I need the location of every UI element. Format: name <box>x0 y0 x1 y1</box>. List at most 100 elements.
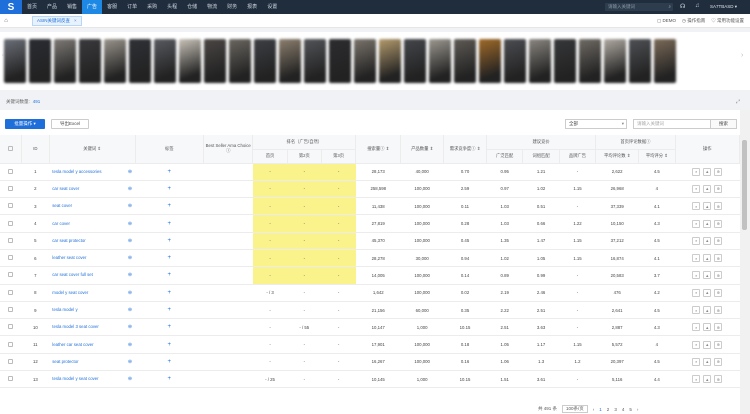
col-search-volume[interactable]: 搜索量ⓘ ⇕ <box>355 135 402 164</box>
view-icon[interactable]: ⌕ <box>692 288 701 297</box>
chart-icon[interactable]: ▲ <box>703 288 712 297</box>
row-checkbox[interactable] <box>0 370 22 389</box>
row-tag[interactable]: + <box>135 232 204 250</box>
settings-link[interactable]: ♡ 常用功能设置 <box>711 14 744 28</box>
add-icon[interactable]: ⊕ <box>714 219 723 228</box>
nav-item[interactable]: 采购 <box>142 0 162 14</box>
row-keyword[interactable]: car seat cover ⊜ <box>49 180 136 199</box>
nav-item[interactable]: 产品 <box>42 0 62 14</box>
add-icon[interactable]: ⊕ <box>714 254 723 263</box>
nav-item[interactable]: 订单 <box>122 0 142 14</box>
row-keyword[interactable]: tesla model y accessories ⊜ <box>49 163 136 181</box>
batch-action-button[interactable]: 批量操作 ▾ <box>5 119 45 129</box>
nav-item[interactable]: 头程 <box>162 0 182 14</box>
row-checkbox[interactable] <box>0 163 22 181</box>
nav-item[interactable]: 首页 <box>22 0 42 14</box>
keyword-detail-icon[interactable]: ⊜ <box>128 221 132 227</box>
product-thumbnail[interactable] <box>454 39 476 83</box>
row-keyword[interactable]: car seat cover full set ⊜ <box>49 266 136 285</box>
row-checkbox[interactable] <box>0 232 22 250</box>
chart-icon[interactable]: ▲ <box>703 340 712 349</box>
row-tag[interactable]: + <box>135 266 204 285</box>
add-tag-icon[interactable]: + <box>168 290 172 296</box>
keyword-search-input[interactable]: 请输入关键词 <box>633 119 711 129</box>
chart-icon[interactable]: ▲ <box>703 184 712 193</box>
keyword-text[interactable]: tesla model y <box>52 307 77 312</box>
page-number[interactable]: 3 <box>614 407 617 412</box>
add-icon[interactable]: ⊕ <box>714 340 723 349</box>
keyword-detail-icon[interactable]: ⊜ <box>128 324 132 330</box>
keyword-search-button[interactable]: 搜索 <box>711 119 737 129</box>
nav-item[interactable]: 报表 <box>242 0 262 14</box>
view-icon[interactable]: ⌕ <box>692 306 701 315</box>
row-checkbox[interactable] <box>0 249 22 268</box>
export-excel-button[interactable]: 导出Excel <box>51 119 89 129</box>
product-thumbnail[interactable] <box>604 39 626 83</box>
chevron-left-icon[interactable]: ‹ <box>2 52 4 59</box>
product-thumbnail[interactable] <box>254 39 276 83</box>
add-icon[interactable]: ⊕ <box>714 184 723 193</box>
add-tag-icon[interactable]: + <box>168 169 172 175</box>
chart-icon[interactable]: ▲ <box>703 375 712 384</box>
add-tag-icon[interactable]: + <box>168 186 172 192</box>
view-icon[interactable]: ⌕ <box>692 375 701 384</box>
nav-item[interactable]: 销售 <box>62 0 82 14</box>
row-checkbox[interactable] <box>0 197 22 216</box>
add-tag-icon[interactable]: + <box>168 221 172 227</box>
prev-page-button[interactable]: ‹ <box>593 407 595 412</box>
view-icon[interactable]: ⌕ <box>692 323 701 332</box>
row-tag[interactable]: + <box>135 370 204 389</box>
add-icon[interactable]: ⊕ <box>714 288 723 297</box>
product-thumbnail[interactable] <box>429 39 451 83</box>
col-avg-reviews[interactable]: 平均评论数 ⇕ <box>595 149 640 164</box>
close-icon[interactable]: × <box>74 18 77 23</box>
add-icon[interactable]: ⊕ <box>714 357 723 366</box>
product-thumbnail[interactable] <box>354 39 376 83</box>
keyword-detail-icon[interactable]: ⊜ <box>128 342 132 348</box>
col-product-count[interactable]: 产品数量 ⇕ <box>400 135 445 164</box>
view-icon[interactable]: ⌕ <box>692 167 701 176</box>
product-thumbnail[interactable] <box>554 39 576 83</box>
add-icon[interactable]: ⊕ <box>714 375 723 384</box>
row-keyword[interactable]: leather seat cover ⊜ <box>49 249 136 268</box>
keyword-detail-icon[interactable]: ⊜ <box>128 186 132 192</box>
keyword-detail-icon[interactable]: ⊜ <box>128 307 132 313</box>
row-keyword[interactable]: car seat protector ⊜ <box>49 232 136 250</box>
guide-link[interactable]: ◷ 操作指南 <box>682 14 705 28</box>
view-icon[interactable]: ⌕ <box>692 271 701 280</box>
nav-item[interactable]: 仓储 <box>182 0 202 14</box>
expand-icon[interactable]: ⤢ <box>736 99 740 105</box>
row-tag[interactable]: + <box>135 163 204 181</box>
row-checkbox[interactable] <box>0 318 22 337</box>
view-icon[interactable]: ⌕ <box>692 184 701 193</box>
page-number[interactable]: 4 <box>622 407 625 412</box>
row-tag[interactable]: + <box>135 318 204 337</box>
product-thumbnail[interactable] <box>379 39 401 83</box>
nav-item[interactable]: 财务 <box>222 0 242 14</box>
add-icon[interactable]: ⊕ <box>714 236 723 245</box>
keyword-text[interactable]: leather seat cover <box>52 255 86 260</box>
page-number[interactable]: 5 <box>629 407 632 412</box>
add-tag-icon[interactable]: + <box>168 376 172 382</box>
chart-icon[interactable]: ▲ <box>703 236 712 245</box>
chart-icon[interactable]: ▲ <box>703 202 712 211</box>
row-checkbox[interactable] <box>0 284 22 302</box>
add-icon[interactable]: ⊕ <box>714 306 723 315</box>
add-tag-icon[interactable]: + <box>168 203 172 209</box>
keyword-text[interactable]: car seat protector <box>52 238 85 243</box>
view-icon[interactable]: ⌕ <box>692 219 701 228</box>
row-keyword[interactable]: seat cover ⊜ <box>49 197 136 216</box>
row-keyword[interactable]: seat protector ⊜ <box>49 353 136 372</box>
keyword-detail-icon[interactable]: ⊜ <box>128 203 132 209</box>
product-thumbnail[interactable] <box>204 39 226 83</box>
row-tag[interactable]: + <box>135 214 204 233</box>
search-icon[interactable]: ⌕ <box>668 3 671 11</box>
chevron-right-icon[interactable]: › <box>741 52 743 59</box>
nav-item[interactable]: 广告 <box>82 0 103 14</box>
row-tag[interactable]: + <box>135 353 204 372</box>
keyword-text[interactable]: model y seat cover <box>52 290 88 295</box>
keyword-text[interactable]: car seat cover full set <box>52 272 93 277</box>
product-thumbnail[interactable] <box>129 39 151 83</box>
tab-asin-keyword[interactable]: ASIN关键词反查 × <box>32 15 82 26</box>
global-search-input[interactable]: 请输入关键词 ⌕ <box>605 3 673 11</box>
